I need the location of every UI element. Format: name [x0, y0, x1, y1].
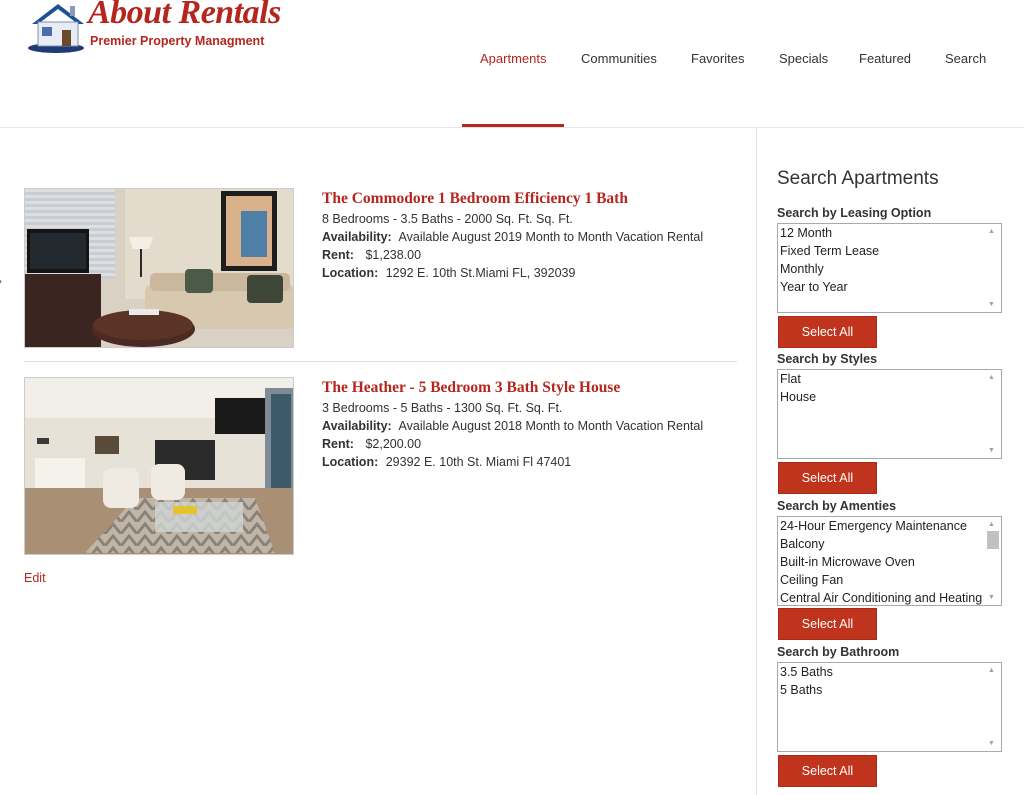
scrollbar[interactable]: ▲ ▼	[985, 370, 1001, 458]
bathroom-select[interactable]: 3.5 Baths 5 Baths ▲ ▼	[777, 662, 1002, 752]
listing-card: The Heather - 5 Bedroom 3 Bath Style Hou…	[24, 377, 737, 555]
styles-select[interactable]: Flat House ▲ ▼	[777, 369, 1002, 459]
sidebar-title: Search Apartments	[777, 168, 939, 189]
scroll-up-icon[interactable]: ▲	[988, 228, 995, 235]
select-option[interactable]: Fixed Term Lease	[778, 242, 1001, 260]
listing-divider	[24, 361, 737, 362]
chevron-right-icon[interactable]: ›	[0, 274, 2, 288]
scroll-down-icon[interactable]: ▼	[988, 594, 995, 601]
select-option[interactable]: Ceiling Fan	[778, 571, 1001, 589]
select-all-styles-button[interactable]: Select All	[778, 462, 877, 494]
amenities-label: Search by Amenties	[777, 499, 897, 513]
site-logo[interactable]: About Rentals Premier Property Managment	[26, 0, 296, 56]
select-all-bathroom-button[interactable]: Select All	[778, 755, 877, 787]
listing-card: The Commodore 1 Bedroom Efficiency 1 Bat…	[24, 188, 737, 348]
bathroom-label: Search by Bathroom	[777, 645, 900, 659]
availability-label: Availability:	[322, 419, 392, 433]
listing-availability: Availability: Available August 2018 Mont…	[322, 419, 703, 433]
select-option[interactable]: House	[778, 388, 1001, 406]
select-option[interactable]: 3.5 Baths	[778, 663, 1001, 681]
scrollbar[interactable]: ▲ ▼	[985, 663, 1001, 751]
edit-link[interactable]: Edit	[24, 571, 46, 585]
location-label: Location:	[322, 455, 379, 469]
nav-specials[interactable]: Specials	[779, 51, 828, 66]
availability-value: Available August 2019 Month to Month Vac…	[398, 230, 704, 244]
select-option[interactable]: 24-Hour Emergency Maintenance	[778, 517, 1001, 535]
scroll-up-icon[interactable]: ▲	[988, 521, 995, 528]
select-option[interactable]: Balcony	[778, 535, 1001, 553]
scrollbar-thumb[interactable]	[987, 531, 999, 549]
brand-tagline: Premier Property Managment	[90, 34, 265, 48]
listing-rent: Rent: $1,238.00	[322, 248, 421, 262]
scrollbar[interactable]: ▲ ▼	[985, 224, 1001, 312]
leasing-option-select[interactable]: 12 Month Fixed Term Lease Monthly Year t…	[777, 223, 1002, 313]
listing-location: Location: 29392 E. 10th St. Miami Fl 474…	[322, 455, 571, 469]
search-sidebar: Search Apartments Search by Leasing Opti…	[756, 128, 1024, 795]
nav-featured[interactable]: Featured	[859, 51, 911, 66]
scroll-up-icon[interactable]: ▲	[988, 374, 995, 381]
listing-summary: 3 Bedrooms - 5 Baths - 1300 Sq. Ft. Sq. …	[322, 401, 563, 415]
scroll-down-icon[interactable]: ▼	[988, 447, 995, 454]
nav-communities[interactable]: Communities	[581, 51, 657, 66]
listing-summary: 8 Bedrooms - 3.5 Baths - 2000 Sq. Ft. Sq…	[322, 212, 573, 226]
site-header: About Rentals Premier Property Managment…	[0, 0, 1024, 128]
select-option[interactable]: Monthly	[778, 260, 1001, 278]
nav-search[interactable]: Search	[945, 51, 986, 66]
location-value: 1292 E. 10th St.Miami FL, 392039	[385, 266, 576, 280]
listing-rent: Rent: $2,200.00	[322, 437, 421, 451]
rent-label: Rent:	[322, 248, 354, 262]
living-room-photo-icon	[25, 189, 293, 347]
select-option[interactable]: 12 Month	[778, 224, 1001, 242]
amenities-select[interactable]: 24-Hour Emergency Maintenance Balcony Bu…	[777, 516, 1002, 606]
scroll-down-icon[interactable]: ▼	[988, 301, 995, 308]
nav-apartments[interactable]: Apartments	[480, 51, 546, 66]
scrollbar[interactable]: ▲ ▼	[985, 517, 1001, 605]
rent-value: $2,200.00	[365, 437, 422, 451]
scroll-down-icon[interactable]: ▼	[988, 740, 995, 747]
leasing-option-label: Search by Leasing Option	[777, 206, 932, 220]
listing-location: Location: 1292 E. 10th St.Miami FL, 3920…	[322, 266, 575, 280]
select-all-amenities-button[interactable]: Select All	[778, 608, 877, 640]
scroll-up-icon[interactable]: ▲	[988, 667, 995, 674]
brand-name: About Rentals	[88, 0, 281, 31]
select-option[interactable]: Built-in Microwave Oven	[778, 553, 1001, 571]
availability-value: Available August 2018 Month to Month Vac…	[398, 419, 704, 433]
listing-availability: Availability: Available August 2019 Mont…	[322, 230, 703, 244]
open-plan-photo-icon	[25, 378, 293, 554]
rent-value: $1,238.00	[365, 248, 422, 262]
location-label: Location:	[322, 266, 379, 280]
listing-photo[interactable]	[24, 377, 294, 555]
select-option[interactable]: Central Air Conditioning and Heating	[778, 589, 1001, 605]
listing-photo[interactable]	[24, 188, 294, 348]
location-value: 29392 E. 10th St. Miami Fl 47401	[385, 455, 572, 469]
select-option[interactable]: 5 Baths	[778, 681, 1001, 699]
nav-favorites[interactable]: Favorites	[691, 51, 744, 66]
select-all-leasing-button[interactable]: Select All	[778, 316, 877, 348]
availability-label: Availability:	[322, 230, 392, 244]
styles-label: Search by Styles	[777, 352, 878, 366]
listing-title[interactable]: The Heather - 5 Bedroom 3 Bath Style Hou…	[322, 379, 620, 397]
select-option[interactable]: Year to Year	[778, 278, 1001, 296]
nav-active-indicator	[462, 124, 564, 127]
house-logo-icon	[28, 4, 84, 53]
listing-title[interactable]: The Commodore 1 Bedroom Efficiency 1 Bat…	[322, 190, 628, 208]
select-option[interactable]: Flat	[778, 370, 1001, 388]
rent-label: Rent:	[322, 437, 354, 451]
